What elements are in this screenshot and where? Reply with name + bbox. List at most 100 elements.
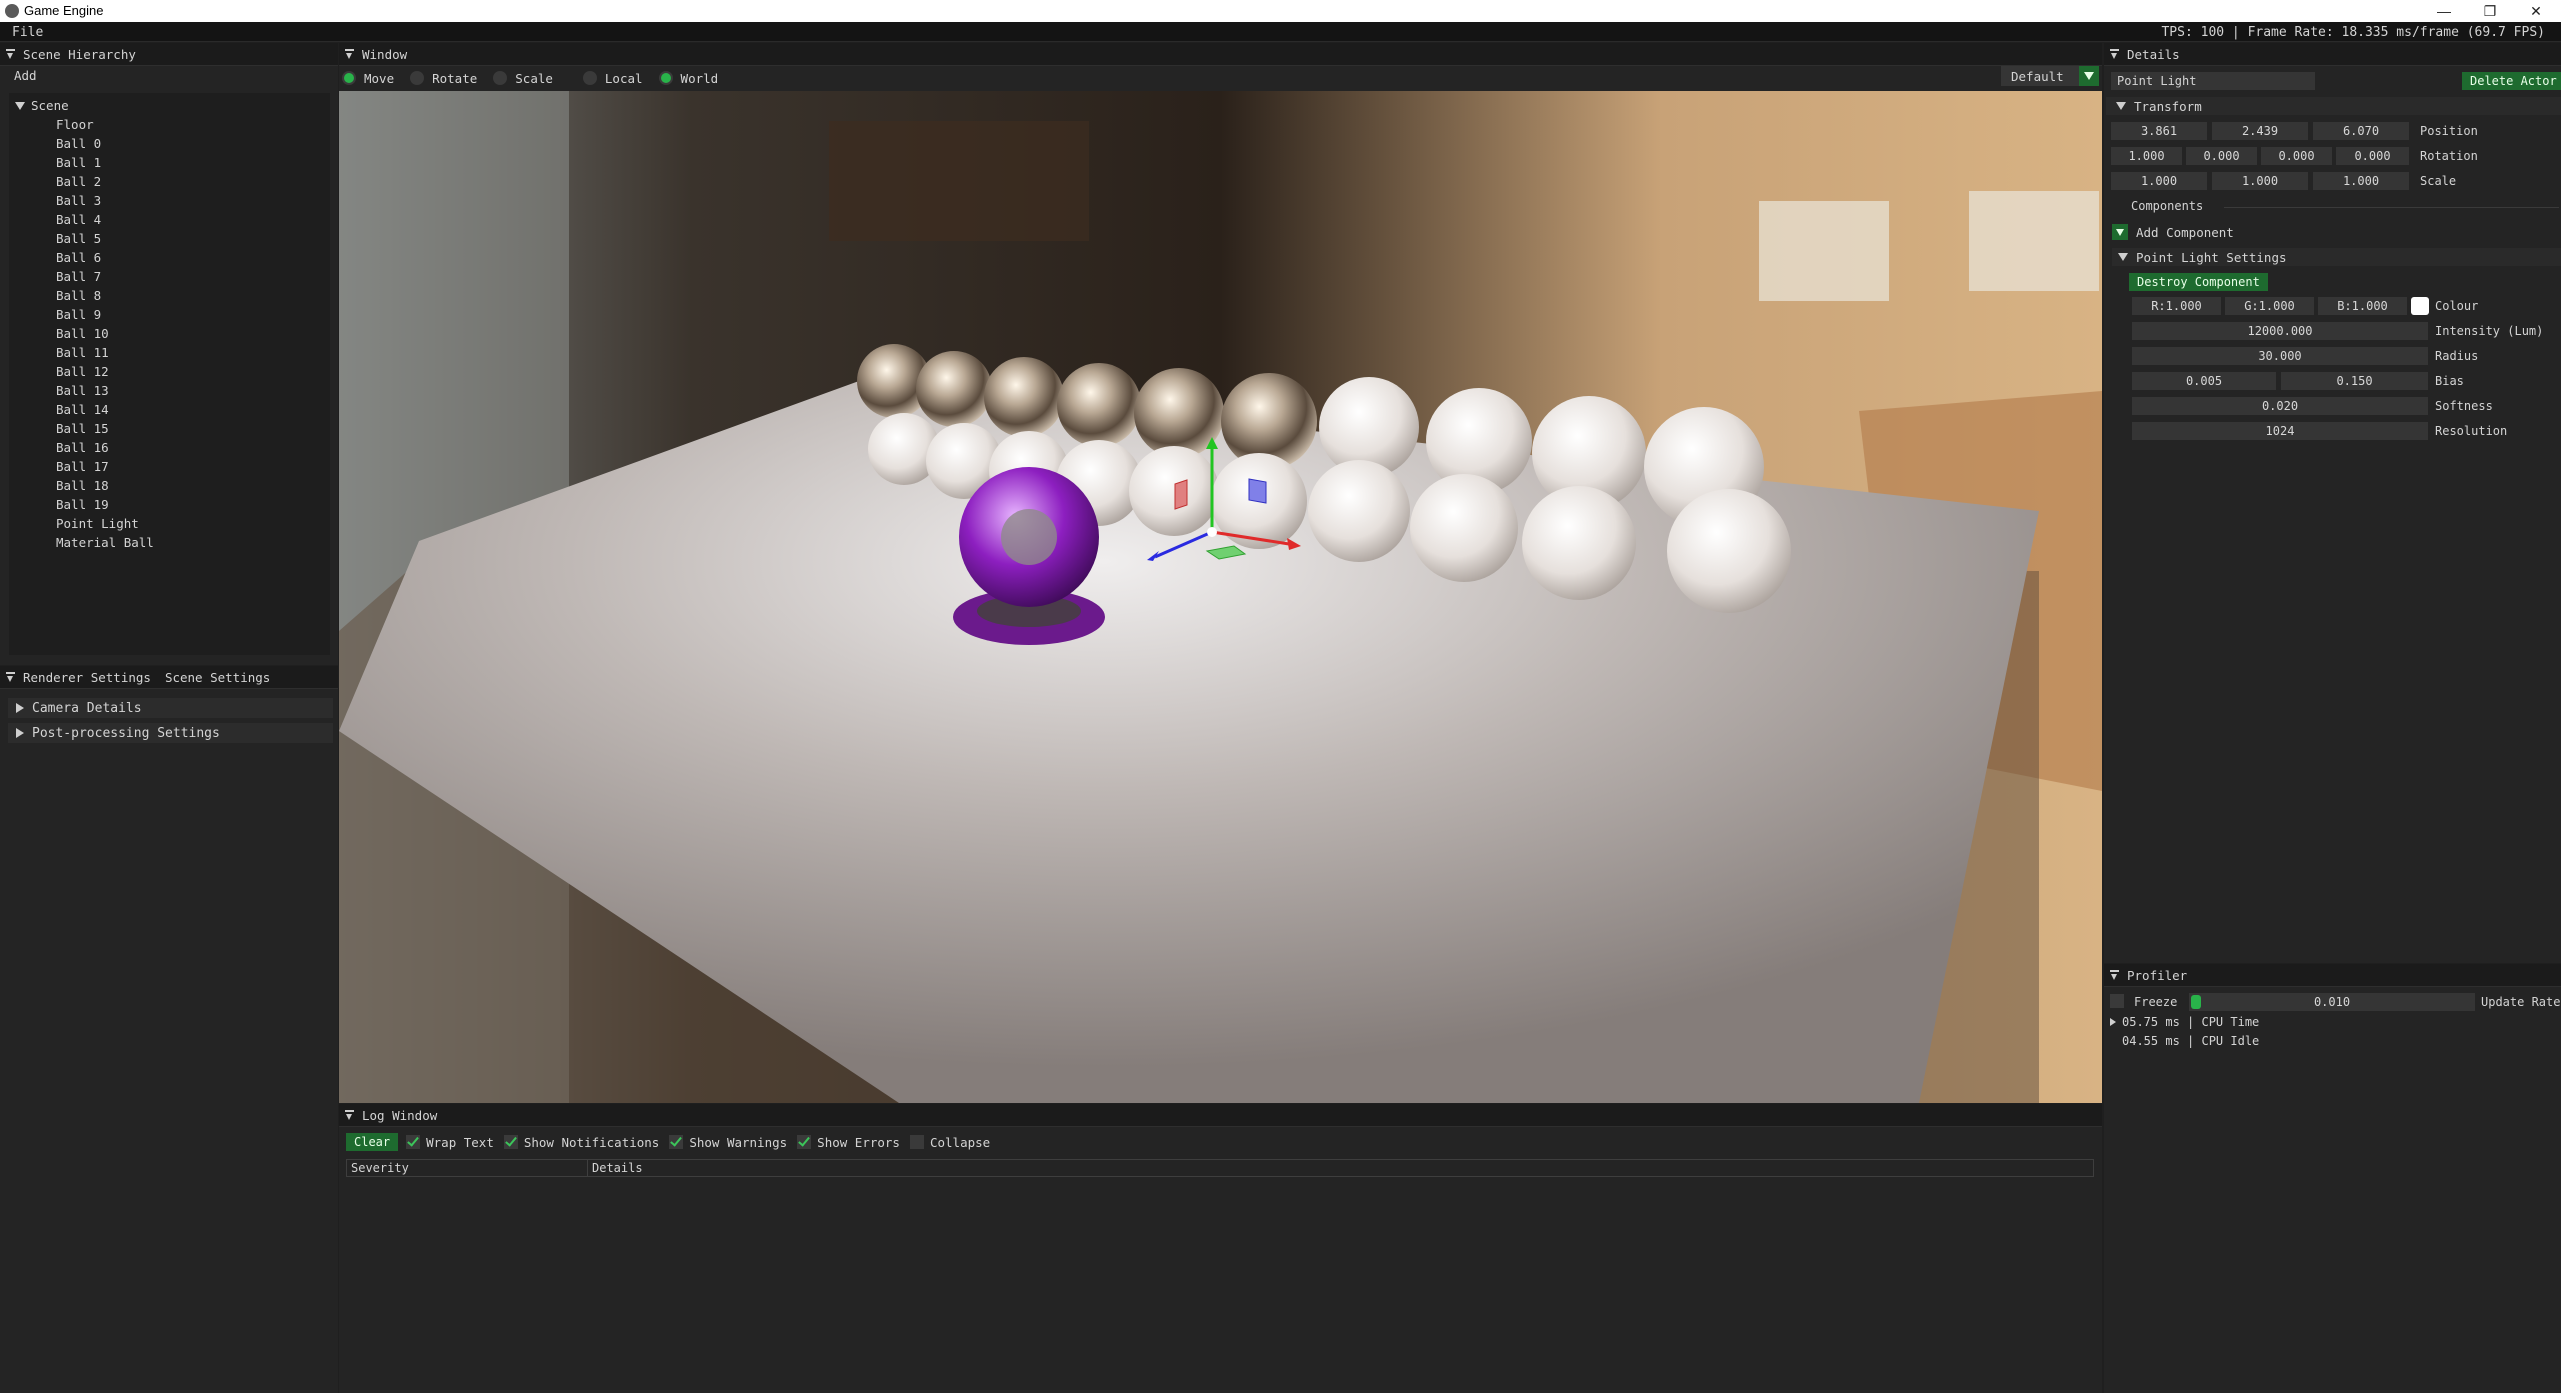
scale-y-field[interactable]: 1.000 [2212,172,2308,190]
colour-swatch[interactable] [2411,297,2429,315]
hierarchy-item[interactable]: Ball 2 [56,174,101,189]
show-warnings-checkbox[interactable] [669,1135,684,1149]
chevron-down-icon[interactable] [2079,66,2099,86]
actor-name-value: Point Light [2117,74,2197,88]
transform-header[interactable]: Transform [2106,97,2561,115]
scale-x-field[interactable]: 1.000 [2111,172,2207,190]
collapse-icon [6,48,15,60]
close-button[interactable]: ✕ [2513,0,2559,22]
softness-label: Softness [2435,399,2493,413]
scale-radio[interactable] [493,71,508,85]
material-ball [953,467,1105,645]
hierarchy-item[interactable]: Ball 0 [56,136,101,151]
update-rate-slider[interactable]: 0.010 [2189,993,2475,1011]
point-light-settings-header[interactable]: Point Light Settings [2112,248,2561,266]
hierarchy-item[interactable]: Ball 3 [56,193,101,208]
position-y-field[interactable]: 2.439 [2212,122,2308,140]
tab-renderer-settings[interactable]: Renderer Settings [23,670,151,685]
rotation-y-field[interactable]: 0.000 [2186,147,2257,165]
actor-name-input[interactable]: Point Light [2111,72,2315,90]
position-z-field[interactable]: 6.070 [2313,122,2409,140]
menu-bar: File TPS: 100 | Frame Rate: 18.335 ms/fr… [0,22,2561,42]
hierarchy-item[interactable]: Ball 9 [56,307,101,322]
freeze-checkbox[interactable] [2110,994,2124,1008]
show-notifications-checkbox[interactable] [503,1135,518,1149]
expand-arrow-icon [16,728,24,738]
local-radio[interactable] [582,71,597,85]
hierarchy-item[interactable]: Ball 13 [56,383,109,398]
hierarchy-item[interactable]: Point Light [56,516,139,531]
show-notifications-label: Show Notifications [523,1134,660,1150]
tab-scene-settings[interactable]: Scene Settings [165,670,270,685]
rotation-x-field[interactable]: 1.000 [2111,147,2182,165]
hierarchy-item[interactable]: Ball 6 [56,250,101,265]
position-x-field[interactable]: 3.861 [2111,122,2207,140]
move-radio[interactable] [342,71,356,85]
softness-field[interactable]: 0.020 [2132,397,2428,415]
settings-panel: Renderer Settings Scene Settings Camera … [0,666,338,1393]
log-toolbar: Clear Wrap Text Show Notifications Show … [346,1132,1000,1152]
wrap-text-checkbox[interactable] [406,1135,421,1149]
hierarchy-item[interactable]: Floor [56,117,94,132]
slider-handle[interactable] [2191,995,2201,1009]
camera-details-header[interactable]: Camera Details [8,698,333,718]
update-rate-value: 0.010 [2313,995,2351,1009]
add-actor-menu[interactable]: Add [14,68,37,83]
rotation-z-field[interactable]: 0.000 [2261,147,2332,165]
bias-min-field[interactable]: 0.005 [2132,372,2276,390]
expand-arrow-icon [2116,102,2126,110]
world-radio[interactable] [658,71,673,85]
scene-hierarchy-header[interactable]: Scene Hierarchy [0,43,338,66]
add-component-dropdown[interactable]: Add Component [2112,223,2352,241]
colour-r-field[interactable]: R:1.000 [2132,297,2221,315]
colour-g-field[interactable]: G:1.000 [2225,297,2314,315]
column-severity[interactable]: Severity [351,1161,409,1175]
hierarchy-item[interactable]: Ball 1 [56,155,101,170]
collapse-checkbox[interactable] [909,1135,924,1149]
hierarchy-item[interactable]: Ball 17 [56,459,109,474]
update-rate-label: Update Rate [2481,995,2561,1009]
hierarchy-item[interactable]: Ball 18 [56,478,109,493]
restore-button[interactable]: ❐ [2467,0,2513,22]
hierarchy-item[interactable]: Ball 4 [56,212,101,227]
radius-field[interactable]: 30.000 [2132,347,2428,365]
viewport-header: Window [339,43,2102,66]
colour-label: Colour [2435,299,2479,313]
scene-render[interactable] [339,91,2102,1103]
window-title: Game Engine [24,3,104,18]
menu-file[interactable]: File [12,25,43,40]
show-errors-checkbox[interactable] [797,1135,812,1149]
postprocessing-settings-header[interactable]: Post-processing Settings [8,723,333,743]
bias-max-field[interactable]: 0.150 [2281,372,2428,390]
hierarchy-item[interactable]: Ball 5 [56,231,101,246]
hierarchy-item[interactable]: Ball 7 [56,269,101,284]
collapse-icon [345,48,354,60]
tree-node-scene[interactable]: Scene [15,98,69,113]
delete-actor-button[interactable]: Delete Actor [2462,72,2561,90]
hierarchy-item[interactable]: Material Ball [56,535,154,550]
cpu-time-row[interactable]: 05.75 ms | CPU Time [2110,1015,2259,1029]
minimize-button[interactable]: — [2421,0,2467,22]
hierarchy-item[interactable]: Ball 14 [56,402,109,417]
rotation-w-field[interactable]: 0.000 [2336,147,2409,165]
hierarchy-item[interactable]: Ball 10 [56,326,109,341]
intensity-field[interactable]: 12000.000 [2132,322,2428,340]
divider [2224,207,2559,208]
camera-select[interactable]: Default [2001,66,2099,86]
hierarchy-item[interactable]: Ball 12 [56,364,109,379]
resolution-field[interactable]: 1024 [2132,422,2428,440]
clear-log-button[interactable]: Clear [346,1133,399,1151]
hierarchy-item[interactable]: Ball 15 [56,421,109,436]
collapse-label: Collapse [929,1134,991,1150]
hierarchy-item[interactable]: Ball 19 [56,497,109,512]
destroy-component-button[interactable]: Destroy Component [2129,273,2268,291]
scale-z-field[interactable]: 1.000 [2313,172,2409,190]
show-errors-label: Show Errors [817,1134,900,1150]
column-details[interactable]: Details [592,1161,643,1175]
rotate-radio[interactable] [410,71,425,85]
expand-arrow-icon [2118,253,2128,261]
hierarchy-item[interactable]: Ball 8 [56,288,101,303]
hierarchy-item[interactable]: Ball 16 [56,440,109,455]
hierarchy-item[interactable]: Ball 11 [56,345,109,360]
colour-b-field[interactable]: B:1.000 [2318,297,2407,315]
